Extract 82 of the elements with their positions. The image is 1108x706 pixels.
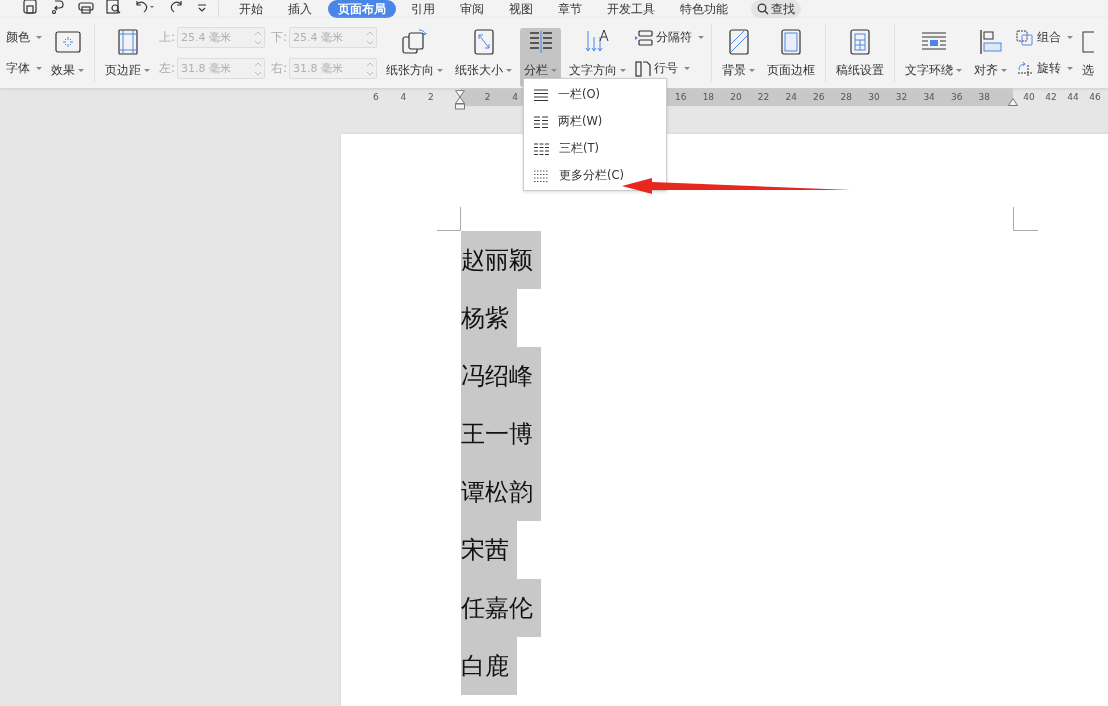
ribbon-tab[interactable]: 审阅 bbox=[448, 0, 496, 18]
hook-arrow-icon[interactable] bbox=[50, 0, 66, 14]
print-icon[interactable] bbox=[78, 0, 94, 14]
ribbon-button[interactable]: 对齐 bbox=[970, 28, 1011, 87]
group-icon bbox=[1016, 29, 1034, 46]
redo-icon[interactable] bbox=[168, 0, 184, 14]
ruler-number: 46 bbox=[1088, 91, 1102, 104]
three-columns-icon bbox=[534, 142, 549, 155]
ribbon-button[interactable]: 背景 bbox=[718, 28, 759, 87]
ruler-number: 2 bbox=[483, 91, 492, 104]
search-icon bbox=[757, 3, 769, 15]
indent-marker-icon[interactable] bbox=[455, 90, 465, 110]
ruler-number: 4 bbox=[511, 91, 520, 104]
ribbon-button[interactable]: 选 bbox=[1078, 28, 1098, 87]
ribbon-tab[interactable]: 页面布局 bbox=[328, 0, 396, 18]
text-wrap-icon bbox=[920, 31, 947, 53]
ribbon-button[interactable]: 稿纸设置 bbox=[832, 28, 888, 87]
ribbon-button[interactable]: 组合 bbox=[1016, 26, 1073, 49]
menu-item[interactable]: 更多分栏(C) bbox=[524, 162, 666, 189]
print-preview-icon[interactable] bbox=[106, 0, 122, 14]
field-label: 右: bbox=[271, 60, 287, 77]
section-break-icon bbox=[635, 29, 653, 46]
background-icon bbox=[727, 29, 750, 55]
right-indent-marker-icon[interactable] bbox=[1008, 98, 1018, 106]
ribbon-tab[interactable]: 特色功能 bbox=[668, 0, 740, 18]
ruler-number: 38 bbox=[977, 91, 992, 104]
ribbon-tab[interactable]: 引用 bbox=[399, 0, 447, 18]
page-margins-icon bbox=[116, 29, 139, 55]
ribbon-button[interactable]: 纸张大小 bbox=[451, 28, 516, 87]
page-border-icon bbox=[780, 29, 802, 55]
line-numbers-icon bbox=[635, 60, 651, 77]
one-column-icon bbox=[534, 88, 548, 101]
ribbon-button[interactable]: 字体 bbox=[6, 57, 42, 80]
ribbon-button[interactable]: 效果 bbox=[47, 28, 88, 87]
rotate-icon bbox=[1016, 60, 1034, 77]
ruler-number: 18 bbox=[701, 91, 716, 104]
ruler-number: 4 bbox=[399, 91, 408, 104]
ruler-number: 40 bbox=[1022, 91, 1036, 104]
ruler-number: 16 bbox=[674, 91, 688, 104]
ribbon-tab[interactable]: 章节 bbox=[546, 0, 594, 18]
search-button[interactable]: 查找 bbox=[751, 0, 801, 18]
menu-item[interactable]: 两栏(W) bbox=[524, 108, 666, 135]
ribbon-tab[interactable]: 开始 bbox=[227, 0, 275, 18]
align-icon bbox=[978, 29, 1003, 55]
save-icon[interactable] bbox=[22, 0, 38, 14]
ruler-number: 6 bbox=[371, 91, 380, 104]
crop-mark bbox=[1013, 207, 1038, 231]
ruler-number: 20 bbox=[729, 91, 743, 104]
field-label: 下: bbox=[271, 29, 287, 46]
ruler-number: 26 bbox=[812, 91, 826, 104]
ribbon-button[interactable]: 行号 bbox=[635, 57, 704, 80]
ribbon-button[interactable]: 分隔符 bbox=[635, 26, 704, 49]
ruler-number: 22 bbox=[756, 91, 771, 104]
ribbon-tab[interactable]: 插入 bbox=[276, 0, 324, 18]
ribbon-tab[interactable]: 开发工具 bbox=[595, 0, 667, 18]
ruler-number: 34 bbox=[922, 91, 936, 104]
ruler-number: 30 bbox=[867, 91, 881, 104]
ribbon-button[interactable]: 页边距 bbox=[101, 28, 154, 87]
crop-mark bbox=[437, 207, 461, 231]
ruler-number: 32 bbox=[894, 91, 909, 104]
ruler-number: 36 bbox=[950, 91, 964, 104]
ruler-number: 2 bbox=[427, 91, 435, 104]
field-label: 左: bbox=[159, 60, 175, 77]
grid-paper-icon bbox=[849, 29, 871, 55]
sparkle-frame-icon bbox=[54, 31, 81, 53]
ruler-number: 42 bbox=[1044, 91, 1058, 104]
ribbon-tab[interactable]: 视图 bbox=[497, 0, 545, 18]
ribbon-button[interactable]: 文字环绕 bbox=[901, 28, 966, 87]
ribbon-button[interactable]: 颜色 bbox=[6, 26, 42, 49]
rotate-pages-icon bbox=[400, 29, 429, 55]
more-columns-icon bbox=[534, 169, 549, 182]
undo-icon[interactable] bbox=[134, 0, 156, 14]
ribbon-button[interactable]: 页面边框 bbox=[763, 28, 819, 87]
menu-item[interactable]: 三栏(T) bbox=[524, 135, 666, 162]
ruler-number: 44 bbox=[1066, 91, 1080, 104]
columns-icon bbox=[527, 30, 554, 54]
ruler-number: 24 bbox=[784, 91, 798, 104]
ruler-number: 28 bbox=[839, 91, 854, 104]
ribbon-button[interactable]: 纸张方向 bbox=[382, 28, 447, 87]
ribbon-button[interactable]: 旋转 bbox=[1016, 57, 1073, 80]
page-size-icon bbox=[472, 29, 495, 55]
two-columns-icon bbox=[534, 115, 548, 128]
